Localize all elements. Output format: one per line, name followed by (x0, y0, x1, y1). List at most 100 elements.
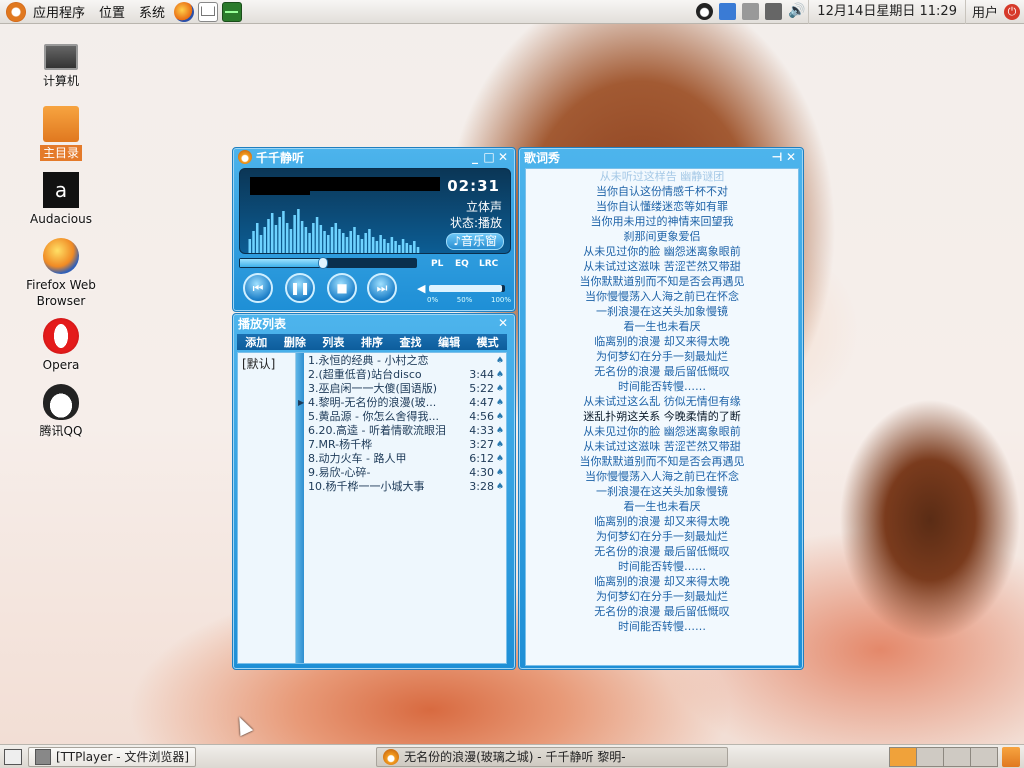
lyrics-window[interactable]: 歌词秀 ⊣ ✕ 从未听过这样告 幽静谜团 当你自认这份情感千杯不对 当你自认懂缕迷恋… (518, 147, 804, 670)
track-row[interactable]: 8.动力火车 - 路人甲 6:12 ♠ (308, 452, 506, 466)
pause-button[interactable]: ❚❚ (285, 273, 315, 303)
track-rating-icon[interactable]: ♠ (496, 424, 504, 438)
track-rating-icon[interactable]: ♠ (496, 438, 504, 452)
playlist-menu-item[interactable]: 添加 (245, 334, 267, 350)
track-rating-icon[interactable]: ♠ (496, 368, 504, 382)
spectrum-bar (300, 221, 304, 253)
playlist-menu-item[interactable]: 列表 (322, 334, 344, 350)
track-row[interactable]: 7.MR-杨千桦 3:27 ♠ (308, 438, 506, 452)
qq-tray-icon[interactable] (696, 3, 714, 20)
player-display: 02:31 立体声 状态:播放 ♪音乐窗 (239, 168, 511, 254)
volume-tray-icon[interactable]: 🔊 (788, 3, 805, 20)
playlist-window[interactable]: 播放列表 ✕ 添加 删除 列表 排序 查找 编辑 模式 [默认] 1.永恒的经典 - 小村之… (232, 313, 516, 670)
system-monitor-icon[interactable] (222, 1, 243, 22)
lyrics-pin-button[interactable]: ⊣ (770, 150, 784, 164)
workspace-button[interactable] (943, 746, 971, 767)
playlist-group-default[interactable]: [默认] (242, 357, 275, 371)
playlist-titlebar[interactable]: 播放列表 ✕ (233, 314, 515, 332)
printer-tray-icon[interactable] (765, 3, 783, 20)
workspace-button[interactable] (970, 746, 998, 767)
ttplayer-icon (383, 748, 400, 765)
clock[interactable]: 12月14日星期日 11:29 (808, 0, 966, 24)
playlist-toggle-button[interactable]: PL (431, 258, 443, 270)
volume-slider[interactable] (429, 285, 505, 292)
qq-icon (43, 384, 79, 420)
spectrum-bar (401, 239, 405, 253)
playlist-menu-item[interactable]: 排序 (361, 334, 383, 350)
track-row[interactable]: ▶ 4.黎明-无名份的浪漫(玻... 4:47 ♠ (298, 396, 506, 410)
player-titlebar[interactable]: 千千静听 _ □ ✕ (233, 148, 515, 166)
spectrum-visualizer (248, 209, 420, 253)
menu-applications[interactable]: 应用程序 (26, 2, 92, 21)
playlist-menu-item[interactable]: 编辑 (438, 334, 460, 350)
ttplayer-logo-icon (238, 150, 252, 164)
track-row[interactable]: 5.黄品源 - 你怎么舍得我... 4:56 ♠ (308, 410, 506, 424)
spectrum-bar (360, 239, 364, 253)
desktop-icon-label: 计算机 (42, 74, 79, 88)
track-rating-icon[interactable]: ♠ (496, 466, 504, 480)
desktop-icon[interactable]: a Audacious (16, 172, 106, 227)
spectrum-bar (330, 227, 334, 253)
taskbar-file-browser[interactable]: [TTPlayer - 文件浏览器] (28, 746, 197, 767)
lyrics-panel[interactable]: 从未听过这样告 幽静谜团 当你自认这份情感千杯不对 当你自认懂缕迷恋等如有罪 当你用未… (525, 168, 799, 666)
track-rating-icon[interactable]: ♠ (496, 396, 504, 410)
track-title: 4.黎明-无名份的浪漫(玻... (308, 396, 437, 409)
desktop-icon[interactable]: 计算机 (16, 38, 106, 89)
spectrum-bar (323, 231, 326, 253)
previous-button[interactable]: ⏮ (243, 273, 273, 303)
trash-icon[interactable] (1002, 746, 1020, 767)
network-tray-icon[interactable] (719, 3, 737, 20)
workspace-button[interactable] (916, 746, 944, 767)
track-rating-icon[interactable]: ♠ (496, 382, 504, 396)
desktop-icon[interactable]: 腾讯QQ (16, 384, 106, 439)
playlist-close-button[interactable]: ✕ (496, 316, 510, 330)
lyric-line: 从未试过这么乱 彷似无情但有缘 (583, 395, 741, 408)
next-button[interactable]: ⏭ (367, 273, 397, 303)
lyrics-close-button[interactable]: ✕ (784, 150, 798, 164)
stop-button[interactable]: ■ (327, 273, 357, 303)
playlist-menu-item[interactable]: 删除 (284, 334, 306, 350)
playlist-menu-item[interactable]: 查找 (400, 334, 422, 350)
track-row[interactable]: 2.(超重低音)站台disco 3:44 ♠ (308, 368, 506, 382)
seek-knob[interactable] (317, 257, 328, 269)
spectrum-bar (312, 223, 315, 253)
desktop-icon[interactable]: Opera (16, 318, 106, 373)
lyric-line: 临离别的浪漫 却又来得太晚 (594, 575, 730, 588)
status-value: 播放 (477, 216, 502, 230)
mail-launcher-icon[interactable] (198, 1, 219, 22)
track-rating-icon[interactable]: ♠ (496, 452, 504, 466)
close-button[interactable]: ✕ (496, 150, 510, 164)
taskbar-ttplayer[interactable]: 无名份的浪漫(玻璃之城) - 千千静听 黎明- (376, 746, 729, 767)
track-row[interactable]: 10.杨千桦一一小城大事 3:28 ♠ (308, 480, 506, 494)
desktop-icon[interactable]: Firefox Web Browser (16, 238, 106, 309)
track-rating-icon[interactable]: ♠ (496, 410, 504, 424)
mini-mode-button[interactable]: □ (482, 150, 496, 164)
track-rating-icon[interactable]: ♠ (496, 354, 504, 368)
music-window-button[interactable]: ♪音乐窗 (446, 233, 504, 250)
show-desktop-icon[interactable] (4, 748, 22, 765)
track-row[interactable]: 1.永恒的经典 - 小村之恋 ♠ (308, 354, 506, 368)
lyrics-titlebar[interactable]: 歌词秀 ⊣ ✕ (519, 148, 803, 166)
menu-system[interactable]: 系统 (132, 2, 172, 21)
track-row[interactable]: 3.巫启闲一一大傻(国语版) 5:22 ♠ (308, 382, 506, 396)
workspace-button[interactable] (889, 746, 917, 767)
firefox-launcher-icon[interactable] (174, 1, 195, 22)
player-window[interactable]: 千千静听 _ □ ✕ 02:31 立体声 状态:播放 ♪音乐窗 PL EQ LR… (232, 147, 516, 312)
track-row[interactable]: 9.易欣-心碎- 4:30 ♠ (308, 466, 506, 480)
seek-bar[interactable] (239, 257, 417, 269)
power-icon[interactable]: ⏻ (1004, 3, 1020, 20)
lyrics-title: 歌词秀 (524, 150, 561, 165)
spectrum-bar (289, 229, 293, 253)
track-rating-icon[interactable]: ♠ (496, 480, 504, 494)
minimize-button[interactable]: _ (468, 150, 482, 164)
equalizer-toggle-button[interactable]: EQ (455, 258, 469, 270)
desktop-icon[interactable]: 主目录 (16, 106, 106, 161)
playlist-groups: [默认] (238, 353, 296, 663)
display-tray-icon[interactable] (742, 3, 760, 20)
playlist-menu-item[interactable]: 模式 (477, 334, 499, 350)
menu-places[interactable]: 位置 (92, 2, 132, 21)
ubuntu-logo-icon[interactable] (6, 1, 26, 22)
track-row[interactable]: 6.20.高逵 - 听着情歌流眼泪 4:33 ♠ (308, 424, 506, 438)
lyrics-toggle-button[interactable]: LRC (479, 258, 498, 270)
user-menu[interactable]: 用户 (966, 2, 1004, 21)
